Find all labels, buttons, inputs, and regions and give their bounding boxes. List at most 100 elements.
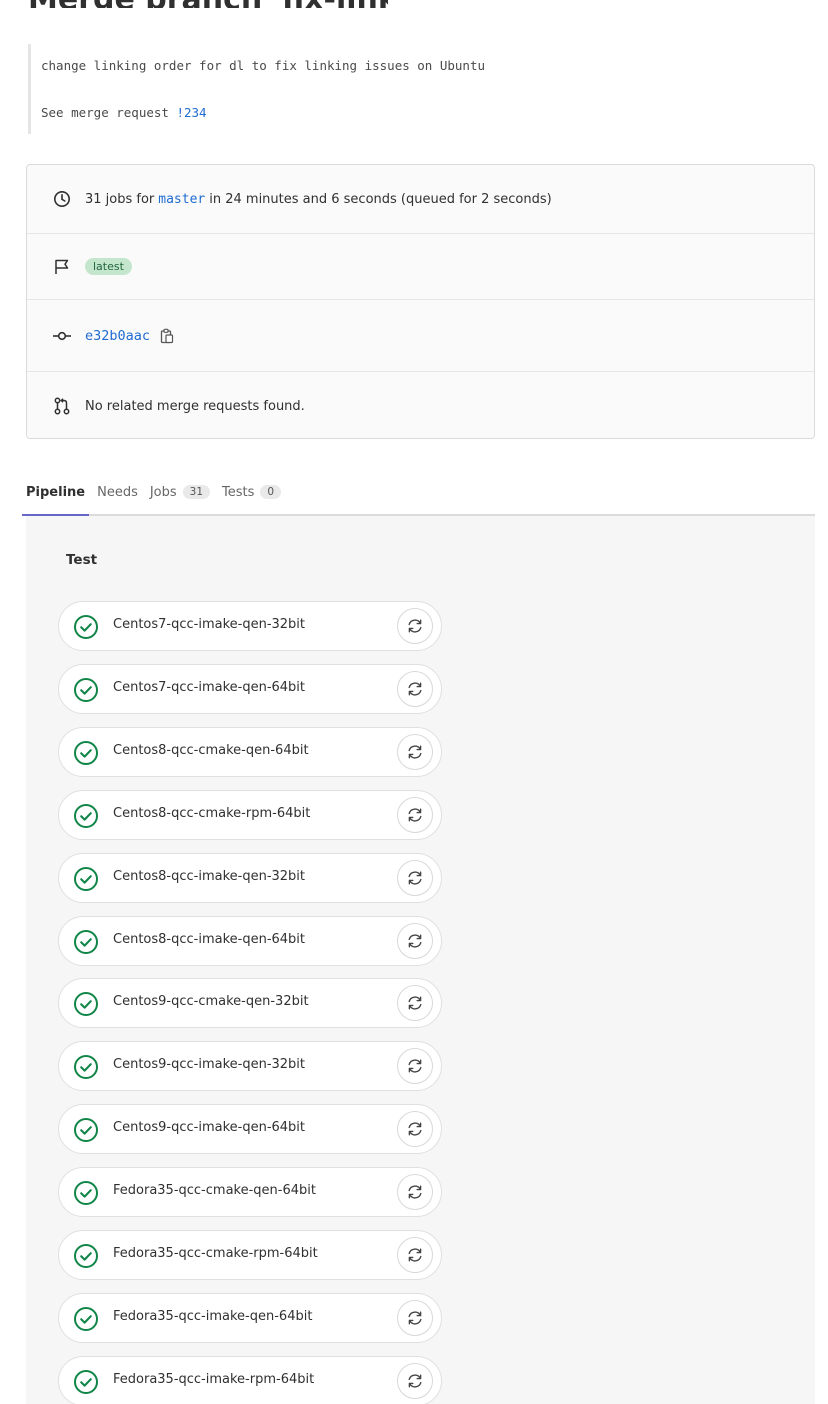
job-name: Centos7-qcc-imake-qen-32bit bbox=[113, 617, 306, 632]
commit-description: change linking order for dl to fix linki… bbox=[28, 44, 788, 134]
retry-button[interactable] bbox=[397, 796, 433, 833]
retry-button[interactable] bbox=[397, 1048, 433, 1085]
retry-icon bbox=[408, 1248, 422, 1262]
job-item[interactable]: Fedora35-qcc-imake-qen-64bit bbox=[58, 1292, 442, 1343]
tab-label: Tests bbox=[222, 484, 255, 500]
tab-label: Needs bbox=[97, 484, 138, 500]
status-success-icon bbox=[73, 991, 99, 1017]
jobs-count-badge: 31 bbox=[182, 485, 211, 499]
status-success-icon bbox=[73, 929, 99, 955]
status-success-icon bbox=[73, 1369, 99, 1395]
job-item[interactable]: Centos8-qcc-cmake-rpm-64bit bbox=[58, 789, 442, 840]
job-name: Centos8-qcc-imake-qen-64bit bbox=[113, 931, 306, 947]
jobs-summary-row: 31 jobs for master in 24 minutes and 6 s… bbox=[27, 165, 814, 234]
pipeline-page: Merge branch 'fix-linking' change linkin… bbox=[0, 0, 828, 1404]
job-item[interactable]: Centos7-qcc-imake-qen-64bit bbox=[58, 663, 442, 714]
job-item[interactable]: Centos9-qcc-cmake-qen-32bit bbox=[58, 978, 442, 1029]
commit-message-line: change linking order for dl to fix linki… bbox=[41, 58, 486, 73]
branch-link[interactable]: master bbox=[158, 192, 205, 207]
retry-icon bbox=[408, 1374, 422, 1388]
job-name: Fedora35-qcc-cmake-rpm-64bit bbox=[113, 1246, 318, 1261]
job-name: Centos9-qcc-cmake-qen-32bit bbox=[113, 994, 309, 1010]
merge-request-icon bbox=[51, 395, 73, 417]
retry-icon bbox=[408, 1185, 422, 1199]
latest-badge: latest bbox=[85, 258, 132, 275]
status-success-icon bbox=[73, 1180, 99, 1206]
job-item[interactable]: Fedora35-qcc-cmake-qen-64bit bbox=[58, 1167, 442, 1218]
job-name: Centos8-qcc-cmake-rpm-64bit bbox=[113, 805, 311, 821]
clock-icon bbox=[51, 188, 73, 210]
jobs-count-text: 31 jobs for bbox=[85, 191, 155, 207]
job-item[interactable]: Centos9-qcc-imake-qen-64bit bbox=[58, 1104, 442, 1155]
duration-text: in 24 minutes and 6 seconds (queued for … bbox=[209, 191, 552, 207]
retry-icon bbox=[408, 871, 422, 885]
tab-label: Jobs bbox=[149, 484, 177, 500]
job-name: Fedora35-qcc-imake-qen-64bit bbox=[113, 1308, 313, 1324]
retry-icon bbox=[408, 1311, 422, 1325]
job-item[interactable]: Centos9-qcc-imake-qen-32bit bbox=[58, 1041, 442, 1092]
status-success-icon bbox=[73, 1306, 99, 1332]
retry-button[interactable] bbox=[397, 608, 433, 644]
commit-icon bbox=[51, 325, 73, 347]
retry-icon bbox=[408, 996, 422, 1010]
retry-button[interactable] bbox=[397, 859, 433, 896]
retry-button[interactable] bbox=[397, 733, 433, 770]
retry-button[interactable] bbox=[397, 1174, 433, 1211]
retry-icon bbox=[408, 745, 422, 759]
pipeline-info-card: 31 jobs for master in 24 minutes and 6 s… bbox=[26, 164, 815, 439]
tests-count-badge: 0 bbox=[260, 485, 282, 499]
status-success-icon bbox=[73, 1243, 99, 1269]
retry-icon bbox=[408, 619, 422, 633]
copy-clipboard-icon[interactable] bbox=[160, 328, 174, 344]
job-item[interactable]: Centos8-qcc-imake-qen-64bit bbox=[58, 915, 442, 966]
status-success-icon bbox=[73, 1117, 99, 1143]
status-success-icon bbox=[73, 803, 99, 829]
merge-requests-text: No related merge requests found. bbox=[85, 398, 305, 414]
stage-title: Test bbox=[66, 552, 98, 568]
job-name: Centos7-qcc-imake-qen-64bit bbox=[113, 679, 306, 695]
job-item[interactable]: Centos8-qcc-cmake-qen-64bit bbox=[58, 726, 442, 777]
retry-button[interactable] bbox=[397, 1237, 433, 1273]
badges-row: latest bbox=[27, 234, 814, 300]
flag-icon bbox=[51, 256, 73, 278]
job-name: Fedora35-qcc-imake-rpm-64bit bbox=[113, 1371, 315, 1387]
job-item[interactable]: Fedora35-qcc-imake-rpm-64bit bbox=[58, 1355, 442, 1404]
retry-icon bbox=[408, 1059, 422, 1073]
tab-label: Pipeline bbox=[26, 484, 86, 500]
merge-requests-row: No related merge requests found. bbox=[27, 372, 814, 440]
retry-button[interactable] bbox=[397, 1362, 433, 1399]
pipeline-tabs: Pipeline Needs Jobs 31 Tests 0 bbox=[21, 470, 815, 516]
job-item[interactable]: Fedora35-qcc-cmake-rpm-64bit bbox=[58, 1230, 442, 1280]
retry-icon bbox=[408, 682, 422, 696]
tab-pipeline[interactable]: Pipeline bbox=[21, 470, 90, 516]
retry-button[interactable] bbox=[397, 922, 433, 959]
job-name: Centos9-qcc-imake-qen-32bit bbox=[113, 1057, 306, 1073]
retry-icon bbox=[408, 1122, 422, 1136]
tab-jobs[interactable]: Jobs 31 bbox=[149, 470, 211, 514]
retry-button[interactable] bbox=[397, 670, 433, 707]
merge-request-line: See merge request !234 bbox=[41, 105, 207, 120]
job-item[interactable]: Centos8-qcc-imake-qen-32bit bbox=[58, 852, 442, 903]
status-success-icon bbox=[73, 614, 99, 640]
commit-title: Merge branch 'fix-linking' bbox=[28, 0, 388, 8]
status-success-icon bbox=[73, 677, 99, 703]
tab-needs[interactable]: Needs bbox=[97, 470, 138, 514]
retry-icon bbox=[408, 808, 422, 822]
merge-request-prefix: See merge request bbox=[41, 105, 177, 120]
job-name: Centos8-qcc-imake-qen-32bit bbox=[113, 868, 306, 884]
status-success-icon bbox=[73, 1054, 99, 1080]
job-name: Fedora35-qcc-cmake-qen-64bit bbox=[113, 1183, 316, 1199]
commit-sha-row: e32b0aac bbox=[27, 300, 814, 372]
commit-sha-link[interactable]: e32b0aac bbox=[85, 328, 150, 344]
job-item[interactable]: Centos7-qcc-imake-qen-32bit bbox=[58, 601, 442, 651]
retry-icon bbox=[408, 933, 422, 948]
job-name: Centos8-qcc-cmake-qen-64bit bbox=[113, 742, 309, 758]
retry-button[interactable] bbox=[397, 1111, 433, 1148]
tab-tests[interactable]: Tests 0 bbox=[222, 470, 282, 514]
retry-button[interactable] bbox=[397, 985, 433, 1022]
status-success-icon bbox=[73, 740, 99, 766]
merge-request-link[interactable]: !234 bbox=[176, 105, 206, 120]
pipeline-graph: Test Centos7-qcc-imake-qen-32bit Centos7-… bbox=[26, 516, 815, 1404]
status-success-icon bbox=[73, 866, 99, 892]
retry-button[interactable] bbox=[397, 1299, 433, 1336]
